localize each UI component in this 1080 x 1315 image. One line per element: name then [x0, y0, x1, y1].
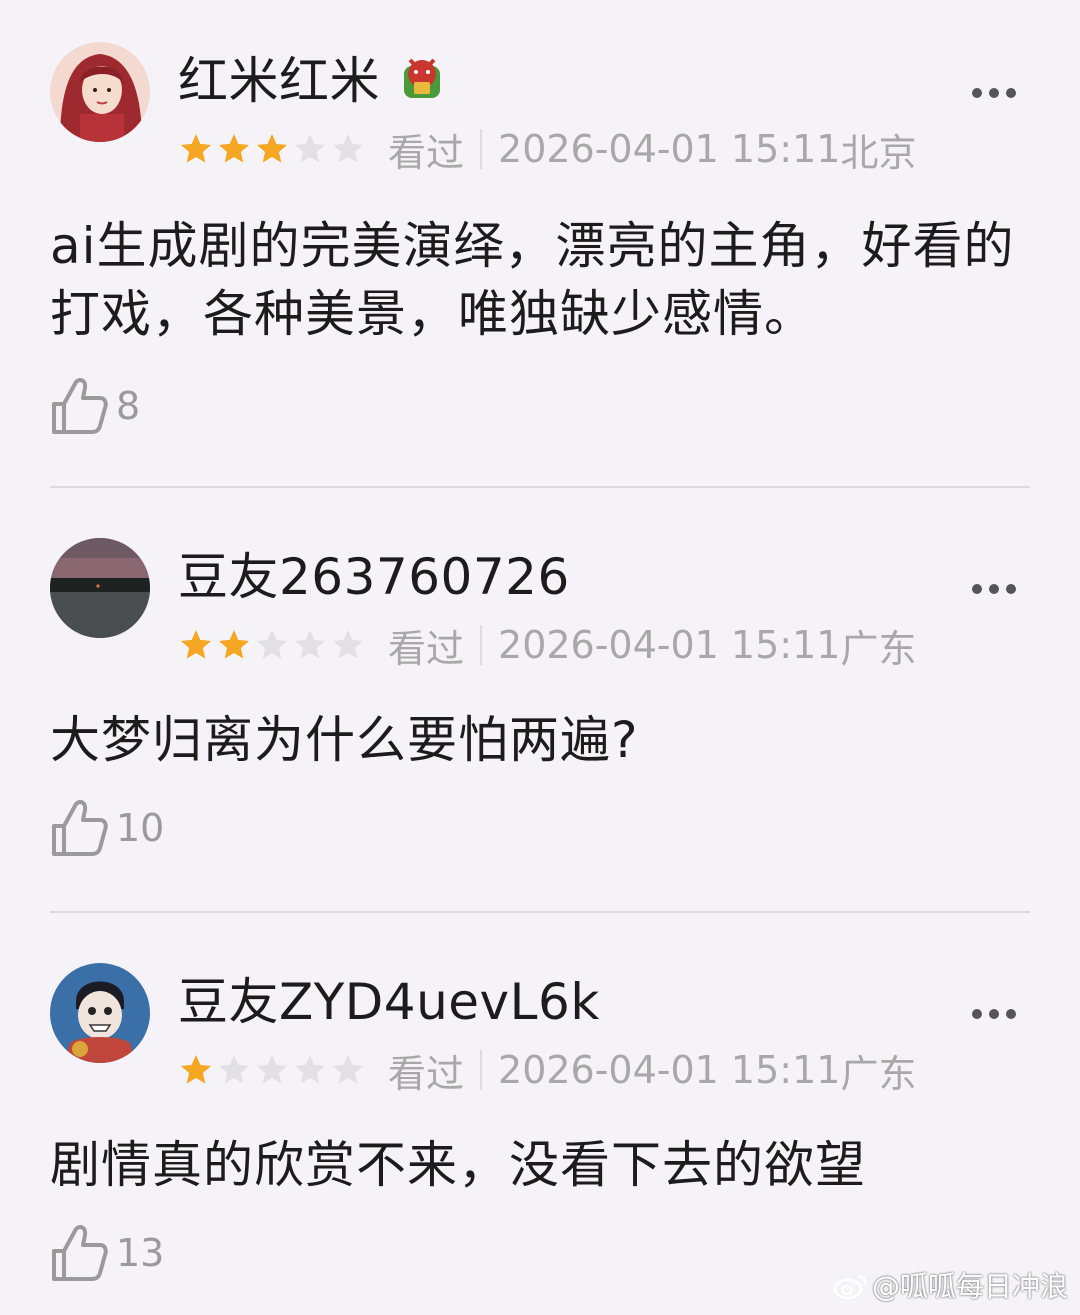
review-content: 大梦归离为什么要怕两遍? [50, 711, 639, 769]
avatar[interactable] [50, 42, 150, 142]
like-count: 8 [116, 384, 141, 428]
star-empty-icon [333, 1055, 363, 1084]
meta-divider [480, 625, 483, 665]
star-empty-icon [219, 1055, 249, 1084]
rating-stars [178, 1052, 366, 1088]
star-empty-icon [333, 134, 363, 163]
location: 北京 [840, 130, 917, 175]
review-list-page: 红米红米 看过 2026-04-01 15:11 北京 ai生成剧的完美演绎，漂… [0, 0, 1080, 1315]
avatar[interactable] [50, 963, 150, 1063]
timestamp: 2026-04-01 15:11 [498, 127, 841, 171]
thumbs-up-icon [52, 378, 108, 434]
more-dots-icon [972, 88, 982, 98]
like-button[interactable]: 10 [50, 798, 164, 858]
star-empty-icon [257, 1055, 287, 1084]
more-dots-icon [972, 1009, 982, 1019]
review-content: ai生成剧的完美演绎，漂亮的主角，好看的打戏，各种美景，唯独缺少感情。 [50, 217, 1015, 343]
timestamp: 2026-04-01 15:11 [498, 623, 841, 667]
review-item: 红米红米 看过 2026-04-01 15:11 北京 ai生成剧的完美演绎，漂… [50, 42, 1030, 482]
watched-label: 看过 [388, 626, 465, 671]
star-filled-icon [219, 630, 249, 659]
meta-divider [480, 1050, 483, 1090]
name-row: 红米红米 [178, 42, 444, 112]
location: 广东 [840, 626, 917, 671]
username[interactable]: 豆友ZYD4uevL6k [178, 962, 600, 1034]
meta-divider [480, 129, 483, 169]
star-empty-icon [295, 630, 325, 659]
meta-row: 看过 2026-04-01 15:11 北京 [178, 124, 917, 175]
avatar[interactable] [50, 538, 150, 638]
star-filled-icon [181, 630, 211, 659]
rating-stars [178, 627, 366, 663]
more-options-button[interactable] [972, 584, 1016, 594]
watched-label: 看过 [388, 1051, 465, 1096]
star-filled-icon [181, 1055, 211, 1084]
more-dots-icon [972, 584, 982, 594]
star-empty-icon [333, 630, 363, 659]
review-item: 豆友263760726 看过 2026-04-01 15:11 广东 大梦归离为… [50, 538, 1030, 908]
review-divider [50, 486, 1030, 488]
like-button[interactable]: 8 [50, 376, 140, 436]
star-filled-icon [219, 134, 249, 163]
timestamp: 2026-04-01 15:11 [498, 1048, 841, 1092]
more-options-button[interactable] [972, 1009, 1016, 1019]
thumbs-up-icon [52, 1225, 108, 1281]
review-divider [50, 911, 1030, 913]
name-row: 豆友263760726 [178, 538, 570, 608]
review-content: 剧情真的欣赏不来，没看下去的欲望 [50, 1136, 866, 1194]
username[interactable]: 红米红米 [178, 41, 380, 113]
username[interactable]: 豆友263760726 [178, 537, 570, 609]
rating-stars [178, 131, 366, 167]
like-count: 10 [116, 806, 165, 850]
meta-row: 看过 2026-04-01 15:11 广东 [178, 1045, 917, 1096]
like-count: 13 [116, 1231, 165, 1275]
name-row: 豆友ZYD4uevL6k [178, 963, 600, 1033]
location: 广东 [840, 1051, 917, 1096]
user-badge-icon [404, 58, 440, 98]
watermark-text: @呱呱每日冲浪 [871, 1270, 1068, 1303]
meta-row: 看过 2026-04-01 15:11 广东 [178, 620, 917, 671]
star-empty-icon [295, 134, 325, 163]
more-options-button[interactable] [972, 88, 1016, 98]
star-filled-icon [181, 134, 211, 163]
watched-label: 看过 [388, 130, 465, 175]
like-button[interactable]: 13 [50, 1223, 164, 1283]
weibo-icon [833, 1274, 867, 1300]
star-empty-icon [295, 1055, 325, 1084]
star-filled-icon [257, 134, 287, 163]
review-item: 豆友ZYD4uevL6k 看过 2026-04-01 15:11 广东 剧情真的… [50, 963, 1030, 1303]
watermark: @呱呱每日冲浪 [832, 1265, 1068, 1305]
thumbs-up-icon [52, 800, 108, 856]
star-empty-icon [257, 630, 287, 659]
